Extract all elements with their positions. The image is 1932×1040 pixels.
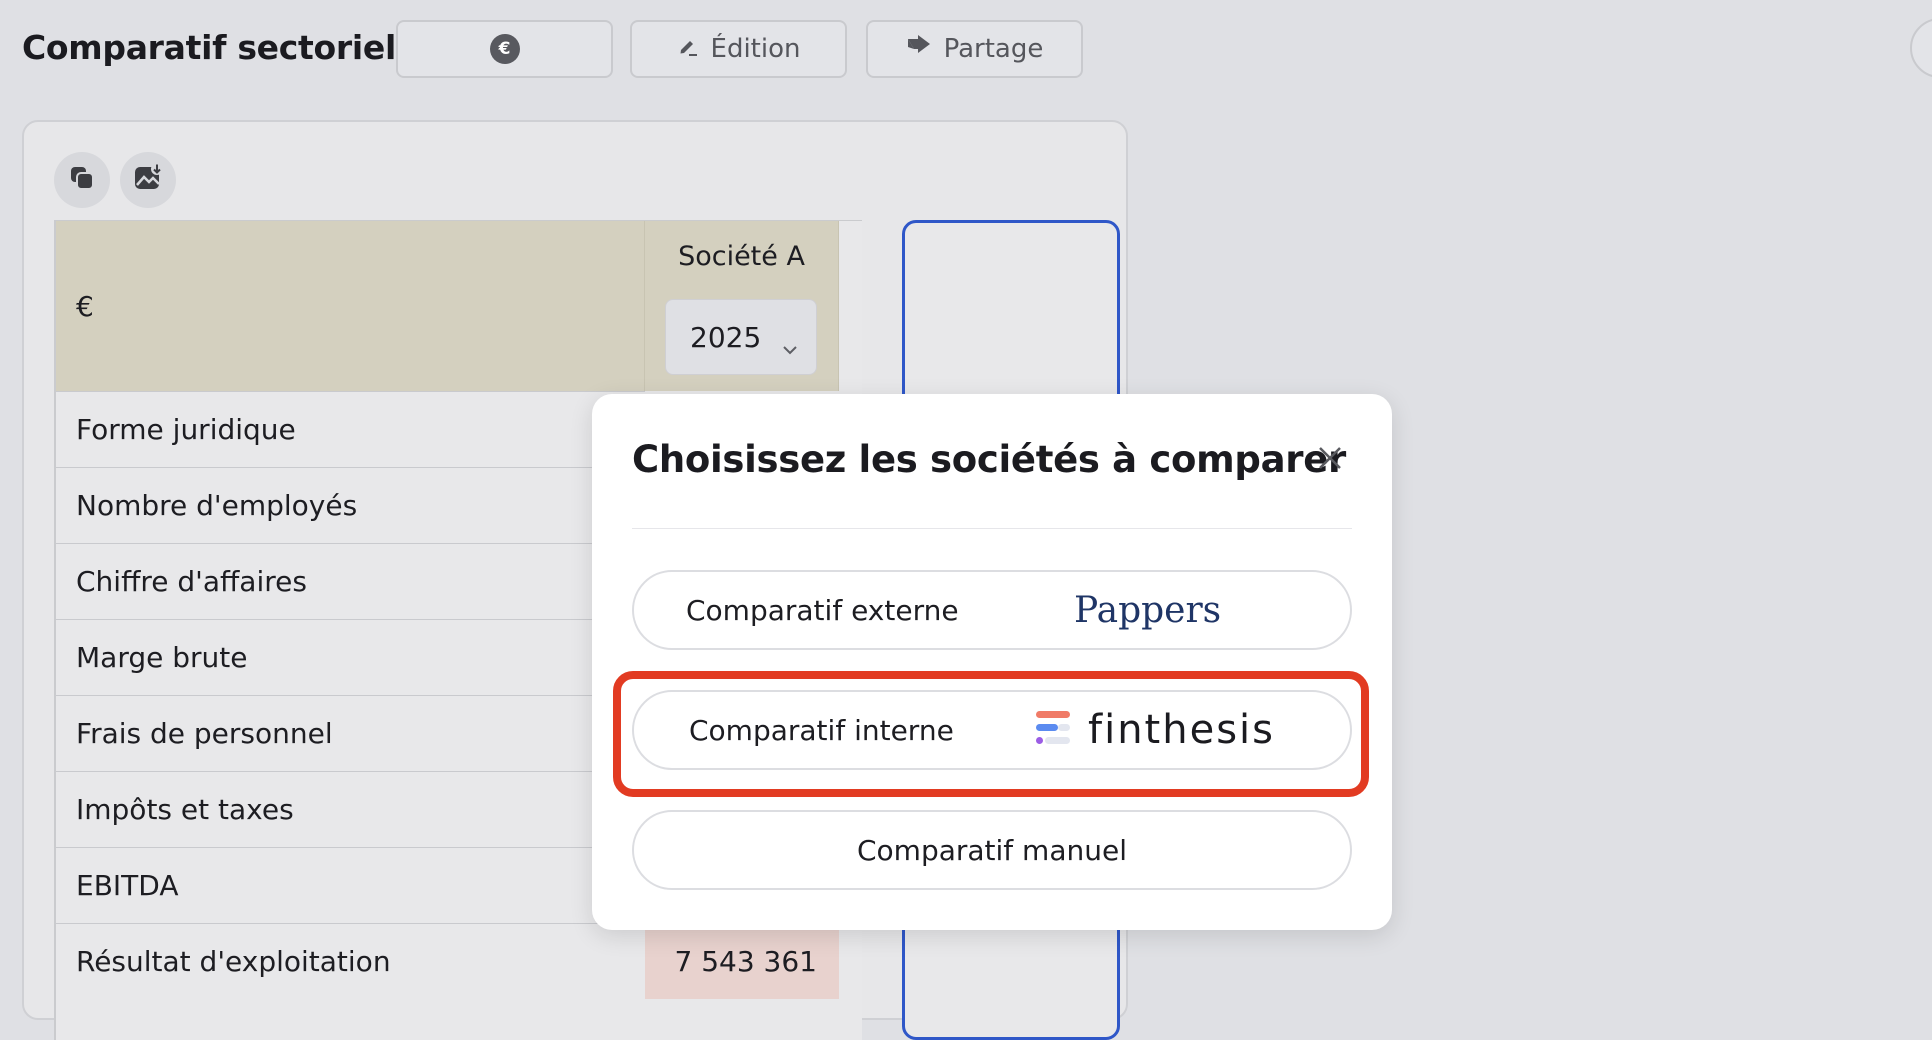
- page-title: Comparatif sectoriel: [22, 28, 396, 67]
- option-label: Comparatif manuel: [856, 833, 1127, 867]
- share-button[interactable]: Partage: [866, 20, 1083, 78]
- year-value: 2025: [690, 320, 762, 354]
- export-image-button[interactable]: [120, 152, 176, 208]
- external-comparison-option[interactable]: Comparatif externe Pappers: [632, 570, 1352, 650]
- manual-comparison-option[interactable]: Comparatif manuel: [632, 810, 1352, 890]
- table-row: Marge brute: [56, 619, 645, 695]
- table-row: EBITDA: [56, 847, 645, 923]
- table-row: Forme juridique: [56, 391, 645, 467]
- currency-button[interactable]: €: [396, 20, 613, 78]
- copy-button[interactable]: [54, 152, 110, 208]
- modal-title: Choisissez les sociétés à comparer: [632, 438, 1346, 481]
- company-column-header: Société A 2025: [645, 221, 839, 391]
- chevron-down-icon: [782, 330, 798, 363]
- edit-label: Édition: [710, 34, 801, 64]
- profile-button[interactable]: [1910, 18, 1932, 78]
- copy-icon: [68, 164, 96, 196]
- edit-button[interactable]: Édition: [630, 20, 847, 78]
- pappers-logo: Pappers: [1074, 589, 1222, 631]
- table-row: Frais de personnel: [56, 695, 645, 771]
- table-row: Résultat d'exploitation: [56, 923, 645, 999]
- highlight-annotation: [613, 671, 1369, 797]
- modal-divider: [632, 528, 1352, 529]
- operating-result-value: 7 543 361: [645, 923, 839, 999]
- company-name: Société A: [678, 241, 805, 272]
- option-label: Comparatif externe: [686, 593, 959, 627]
- share-label: Partage: [943, 34, 1044, 64]
- table-row: Nombre d'employés: [56, 467, 645, 543]
- euro-icon: €: [489, 34, 520, 64]
- image-download-icon: [133, 163, 163, 197]
- pencil-icon: [677, 34, 699, 64]
- close-icon[interactable]: [1310, 438, 1350, 478]
- share-arrow-icon: [906, 34, 932, 64]
- company-picker-modal: Choisissez les sociétés à comparer Compa…: [592, 394, 1392, 930]
- unit-header: €: [56, 221, 645, 391]
- table-row: Chiffre d'affaires: [56, 543, 645, 619]
- table-row: Impôts et taxes: [56, 771, 645, 847]
- year-select[interactable]: 2025: [665, 299, 817, 375]
